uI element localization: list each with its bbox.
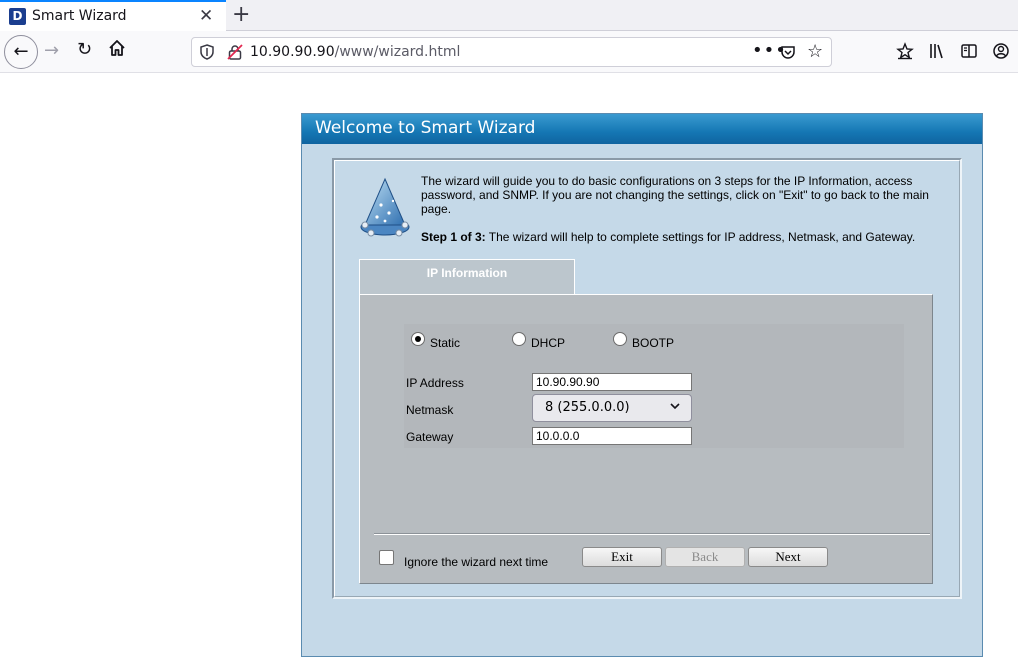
ip-address-input[interactable]: 10.90.90.90 — [532, 373, 692, 391]
ignore-wizard-checkbox[interactable] — [379, 550, 394, 565]
step-description: The wizard will help to complete setting… — [485, 230, 916, 244]
static-label: Static — [430, 336, 461, 350]
static-radio[interactable] — [411, 332, 425, 346]
wizard-hat-icon — [359, 177, 411, 242]
url-text[interactable]: 10.90.90.90/www/wizard.html — [250, 44, 460, 60]
home-icon[interactable] — [108, 39, 126, 60]
bootp-radio[interactable] — [613, 332, 627, 346]
tab-bar: D Smart Wizard ✕ + — [0, 0, 1018, 31]
dhcp-radio[interactable] — [512, 332, 526, 346]
bootp-label: BOOTP — [632, 336, 675, 350]
gateway-label: Gateway — [406, 430, 454, 444]
ip-information-panel: Static DHCP BOOTP IP Address 10.90.90.90… — [359, 294, 933, 584]
url-path: /www/wizard.html — [334, 44, 461, 60]
ip-settings-group: Static DHCP BOOTP IP Address 10.90.90.90… — [404, 324, 904, 448]
wizard-intro-text: The wizard will guide you to do basic co… — [421, 174, 929, 216]
insecure-lock-icon[interactable] — [227, 44, 243, 63]
bookmarks-menu-icon[interactable] — [896, 42, 914, 63]
netmask-value: 8 (255.0.0.0) — [545, 400, 630, 415]
reload-icon[interactable]: ↻ — [77, 39, 92, 60]
page-content: Welcome to Smart Wizard The wizard will … — [0, 74, 1018, 660]
wizard-header: Welcome to Smart Wizard — [302, 114, 982, 144]
smart-wizard-window: Welcome to Smart Wizard The wizard will … — [301, 113, 983, 657]
nav-bar: ← → ↻ 10.90.90.90/www/wizard.html ••• ☆ — [0, 31, 1018, 73]
url-host: 10.90.90.90 — [250, 44, 335, 60]
chevron-down-icon — [669, 400, 681, 416]
netmask-select[interactable]: 8 (255.0.0.0) — [532, 394, 692, 422]
library-icon[interactable] — [928, 42, 946, 63]
new-tab-icon[interactable]: + — [232, 2, 250, 27]
netmask-label: Netmask — [406, 403, 454, 417]
next-button[interactable]: Next — [748, 547, 828, 567]
gateway-input[interactable]: 10.0.0.0 — [532, 427, 692, 445]
pocket-icon[interactable] — [780, 44, 796, 63]
forward-button-icon[interactable]: → — [44, 40, 59, 61]
url-bar[interactable]: 10.90.90.90/www/wizard.html ••• ☆ — [191, 37, 832, 67]
exit-button[interactable]: Exit — [582, 547, 662, 567]
dlink-favicon-icon: D — [9, 8, 26, 25]
wizard-panel-inner: The wizard will guide you to do basic co… — [334, 160, 960, 597]
step-label: Step 1 of 3: — [421, 230, 486, 244]
bookmark-star-icon[interactable]: ☆ — [807, 41, 823, 62]
divider — [374, 533, 930, 535]
tab-title: Smart Wizard — [32, 8, 127, 24]
tab-ip-information[interactable]: IP Information — [359, 259, 575, 295]
sidebar-icon[interactable] — [960, 42, 978, 63]
ip-address-label: IP Address — [406, 376, 464, 390]
back-button[interactable]: Back — [665, 547, 745, 567]
browser-tab[interactable]: D Smart Wizard ✕ — [0, 0, 226, 31]
close-tab-icon[interactable]: ✕ — [199, 6, 213, 26]
back-button-icon[interactable]: ← — [4, 35, 38, 69]
ignore-wizard-label: Ignore the wizard next time — [404, 555, 549, 569]
step-text: Step 1 of 3: The wizard will help to com… — [421, 230, 941, 244]
wizard-panel: The wizard will guide you to do basic co… — [332, 158, 962, 599]
account-icon[interactable] — [992, 42, 1010, 63]
tracking-shield-icon[interactable] — [200, 44, 214, 63]
dhcp-label: DHCP — [531, 336, 566, 350]
